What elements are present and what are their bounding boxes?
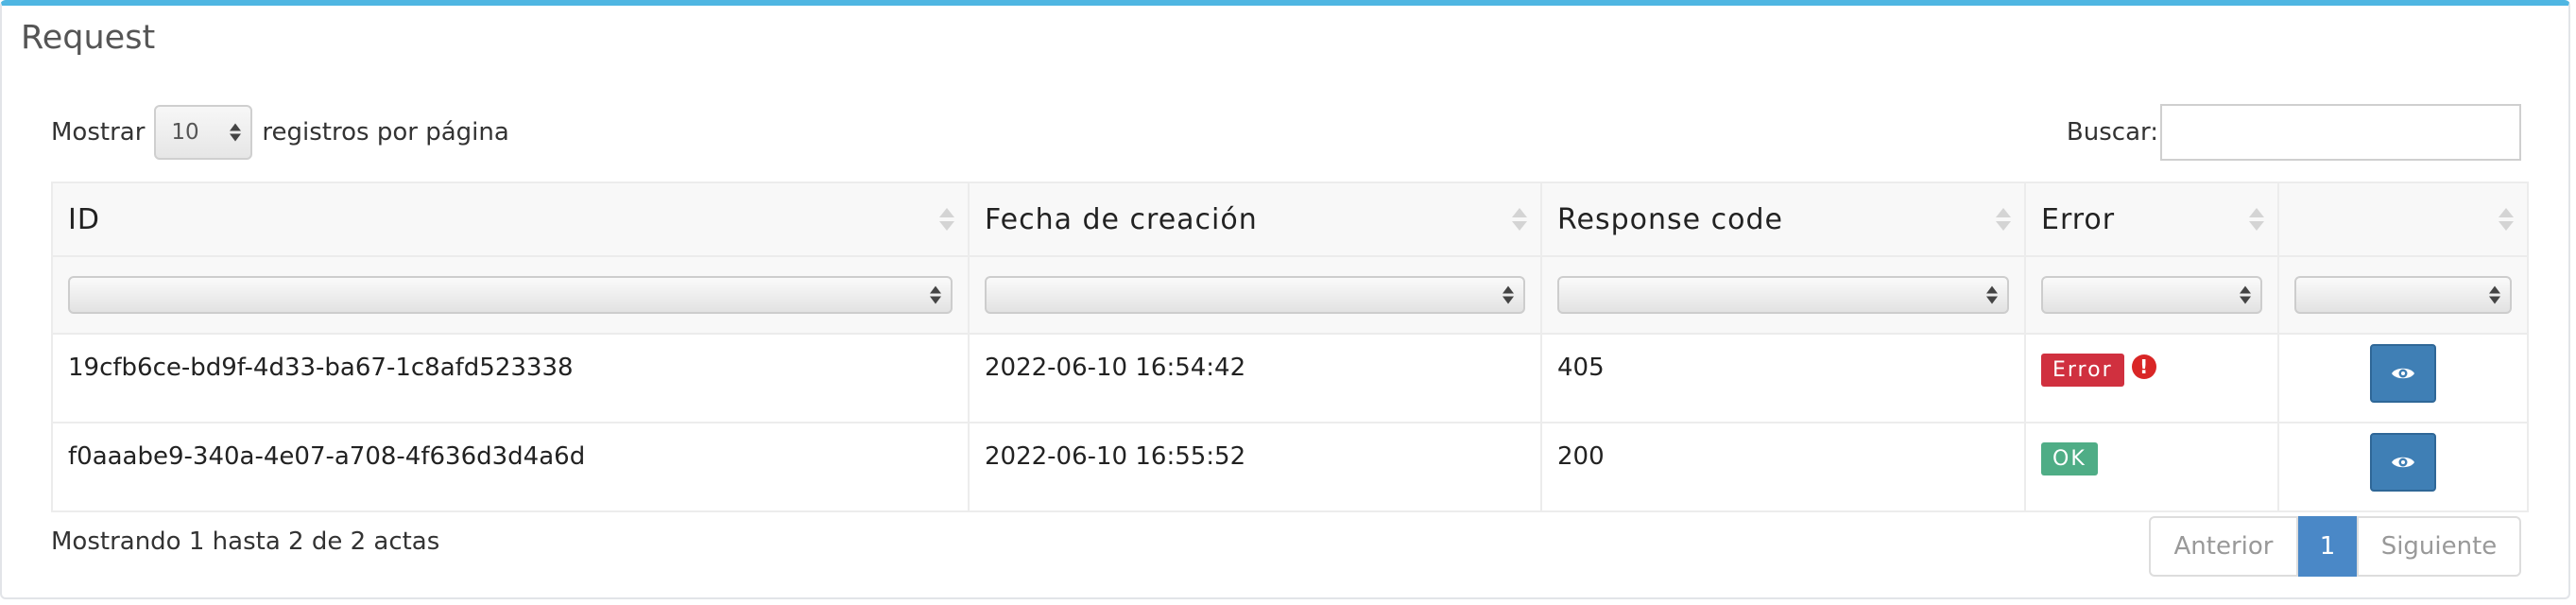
cell-actions	[2277, 333, 2529, 424]
column-header-actions[interactable]	[2277, 182, 2529, 257]
previous-page-button[interactable]: Anterior	[2149, 516, 2298, 577]
table-filter-row	[51, 255, 2529, 335]
panel-title: Request	[21, 19, 156, 57]
select-arrows-icon	[1986, 285, 1998, 304]
column-header-id[interactable]: ID	[51, 182, 970, 257]
page-length-select[interactable]: 10	[154, 105, 253, 160]
select-arrows-icon	[2489, 285, 2500, 304]
select-arrows-icon	[1503, 285, 1514, 304]
cell-id: f0aaabe9-340a-4e07-a708-4f636d3d4a6d	[51, 422, 970, 512]
cell-actions	[2277, 422, 2529, 512]
column-header-label: Response code	[1557, 202, 1783, 236]
column-header-label: Error	[2041, 202, 2116, 236]
length-suffix-label: registros por página	[262, 118, 509, 147]
table-info-text: Mostrando 1 hasta 2 de 2 actas	[51, 527, 440, 556]
table-row: f0aaabe9-340a-4e07-a708-4f636d3d4a6d 202…	[51, 422, 2529, 512]
cell-response-code: 200	[1540, 422, 2026, 512]
page-1-button[interactable]: 1	[2298, 516, 2357, 577]
sort-icon	[1996, 208, 2011, 231]
request-table: ID Fecha de creación Response code Error	[51, 182, 2529, 512]
request-panel: Request Mostrar 10 registros por página …	[0, 0, 2570, 599]
eye-icon	[2392, 368, 2414, 379]
page-length-value: 10	[171, 120, 199, 145]
table-row: 19cfb6ce-bd9f-4d33-ba67-1c8afd523338 202…	[51, 333, 2529, 424]
exclamation-circle-icon: !	[2131, 354, 2156, 379]
next-page-button[interactable]: Siguiente	[2357, 516, 2521, 577]
column-header-label: ID	[68, 202, 100, 236]
cell-status: Error!	[2024, 333, 2279, 424]
page-length-control: Mostrar 10 registros por página	[51, 104, 509, 161]
filter-select-response-code[interactable]	[1557, 276, 2009, 314]
status-badge: Error	[2041, 354, 2124, 387]
view-button[interactable]	[2370, 433, 2436, 492]
cell-id: 19cfb6ce-bd9f-4d33-ba67-1c8afd523338	[51, 333, 970, 424]
table-header-row: ID Fecha de creación Response code Error	[51, 182, 2529, 257]
filter-select-error[interactable]	[2041, 276, 2262, 314]
cell-response-code: 405	[1540, 333, 2026, 424]
pagination: Anterior 1 Siguiente	[2149, 516, 2521, 577]
sort-icon	[939, 208, 954, 231]
select-arrows-icon	[2240, 285, 2251, 304]
search-control: Buscar:	[2067, 104, 2521, 161]
select-arrows-icon	[230, 123, 242, 142]
column-header-label: Fecha de creación	[985, 202, 1258, 236]
search-label: Buscar:	[2066, 118, 2158, 147]
cell-created: 2022-06-10 16:54:42	[968, 333, 1542, 424]
sort-icon	[1512, 208, 1527, 231]
filter-select-id[interactable]	[68, 276, 953, 314]
filter-select-actions[interactable]	[2294, 276, 2512, 314]
length-prefix-label: Mostrar	[51, 118, 146, 147]
sort-icon	[2499, 208, 2514, 231]
view-button[interactable]	[2370, 344, 2436, 403]
column-header-created[interactable]: Fecha de creación	[968, 182, 1542, 257]
column-header-response-code[interactable]: Response code	[1540, 182, 2026, 257]
sort-icon	[2249, 208, 2264, 231]
search-input[interactable]	[2160, 104, 2521, 161]
status-badge: OK	[2041, 442, 2098, 475]
cell-status: OK	[2024, 422, 2279, 512]
eye-icon	[2392, 457, 2414, 468]
select-arrows-icon	[930, 285, 941, 304]
cell-created: 2022-06-10 16:55:52	[968, 422, 1542, 512]
filter-select-created[interactable]	[985, 276, 1525, 314]
column-header-error[interactable]: Error	[2024, 182, 2279, 257]
